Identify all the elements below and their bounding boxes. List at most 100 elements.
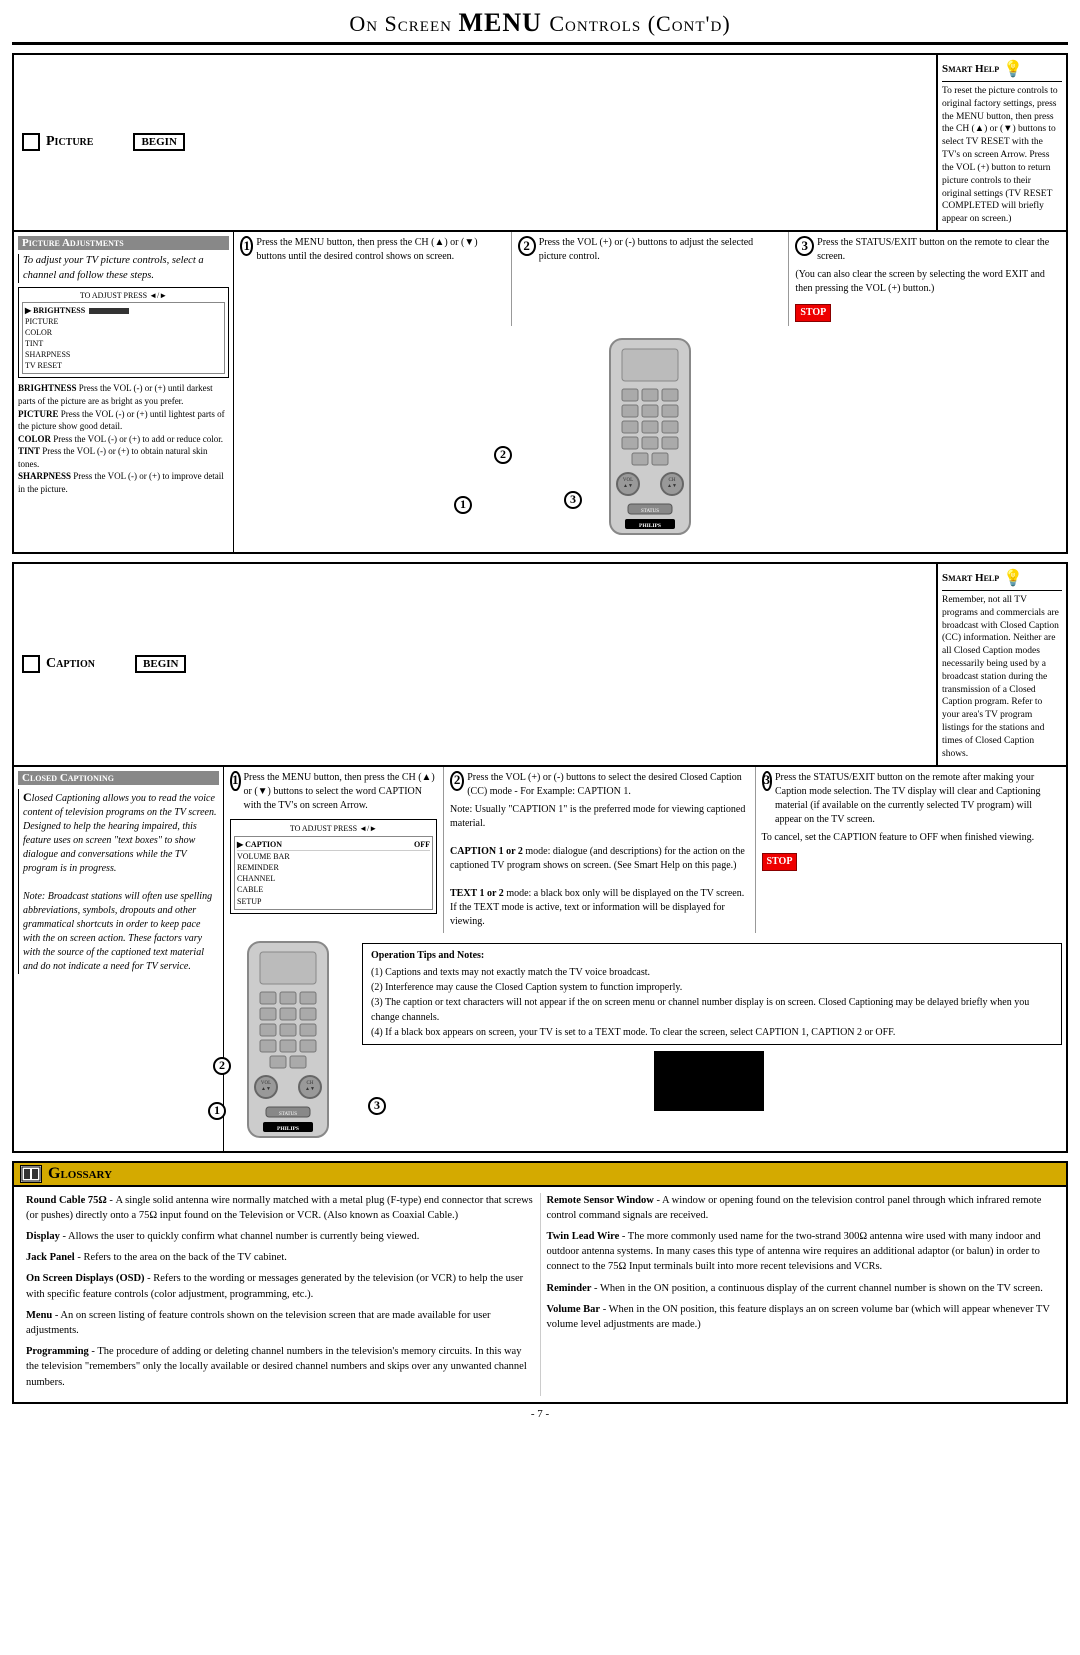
term-jack-panel: Jack Panel (26, 1252, 75, 1263)
glossary-title: Glossary (48, 1165, 112, 1183)
step2-circle: 2 (518, 236, 536, 256)
menu-picture: PICTURE (25, 316, 222, 327)
caption-off-value: OFF (414, 839, 430, 850)
glossary-programming: Programming - The procedure of adding or… (26, 1344, 534, 1390)
picture-section-title: Picture (46, 134, 93, 150)
term-picture: PICTURE (18, 409, 59, 419)
title-contd: (Cont'd) (648, 11, 731, 36)
svg-text:CH: CH (307, 1081, 314, 1086)
page-number: - 7 - (12, 1408, 1068, 1420)
menu-tint: TINT (25, 338, 222, 349)
glossary-jack-panel: Jack Panel - Refers to the area on the b… (26, 1250, 534, 1265)
caption-section: Caption BEGIN Smart Help 💡 Remember, not… (12, 562, 1068, 1153)
caption-smart-help-text: Remember, not all TV programs and commer… (942, 594, 1062, 761)
tip-2: (2) Interference may cause the Closed Ca… (371, 980, 1053, 995)
caption-screen-label: TO ADJUST PRESS ◄/► (234, 823, 433, 834)
glossary-body: Round Cable 75Ω - A single solid antenna… (14, 1187, 1066, 1402)
tip-1: (1) Captions and texts may not exactly m… (371, 965, 1053, 980)
caption-steps-area: 1 Press the MENU button, then press the … (224, 767, 1066, 1151)
tips-title: Operation Tips and Notes: (371, 948, 1053, 963)
caption-step3: 3 Press the STATUS/EXIT button on the re… (756, 767, 1067, 933)
caption-remote-svg: VOL ▲▼ CH ▲▼ STATUS PHILIPS (238, 937, 338, 1147)
picture-adjustments-title: Picture Adjustments (18, 236, 229, 250)
term-color: COLOR (18, 434, 51, 444)
menu-brightness: ▶ BRIGHTNESS (25, 305, 222, 316)
glossary-remote-sensor: Remote Sensor Window - A window or openi… (547, 1193, 1055, 1223)
caption-sub-title: Closed Captioning (18, 771, 219, 785)
picture-section-body: Picture Adjustments To adjust your TV pi… (14, 232, 1066, 552)
svg-text:▲▼: ▲▼ (667, 484, 677, 489)
svg-text:▲▼: ▲▼ (305, 1087, 315, 1092)
caption-intro-text: Closed Captioning allows you to read the… (18, 789, 219, 974)
menu-item-reminder: REMINDER (237, 862, 430, 873)
picture-smart-help-text: To reset the picture controls to origina… (942, 85, 1062, 226)
lightbulb-icon-caption: 💡 (1003, 568, 1023, 588)
menu-color: COLOR (25, 327, 222, 338)
caption-step1-text: Press the MENU button, then press the CH… (244, 771, 438, 813)
svg-text:STATUS: STATUS (279, 1112, 297, 1117)
term-display: Display (26, 1231, 60, 1242)
svg-text:VOL: VOL (623, 478, 633, 483)
caption-remote-area: VOL ▲▼ CH ▲▼ STATUS PHILIPS 2 (224, 933, 1066, 1151)
picture-begin-badge: BEGIN (133, 133, 184, 151)
term-osd: On Screen Displays (OSD) (26, 1273, 145, 1284)
menu-item-channel: CHANNEL (237, 873, 430, 884)
caption-begin-badge: BEGIN (135, 655, 186, 673)
glossary-header: Glossary (14, 1163, 1066, 1187)
caption-step2: 2 Press the VOL (+) or (-) buttons to se… (444, 767, 756, 933)
svg-text:▲▼: ▲▼ (623, 484, 633, 489)
title-on-screen: On Screen (349, 11, 458, 36)
caption-screen-mockup: TO ADJUST PRESS ◄/► ▶ CAPTION OFF VOLUME… (230, 819, 437, 914)
term-sharpness: SHARPNESS (18, 471, 71, 481)
picture-adjustments: BRIGHTNESS Press the VOL (-) or (+) unti… (18, 382, 229, 495)
tip-3: (3) The caption or text characters will … (371, 995, 1053, 1025)
svg-text:PHILIPS: PHILIPS (639, 523, 661, 529)
svg-text:VOL: VOL (261, 1081, 271, 1086)
caption-remote: VOL ▲▼ CH ▲▼ STATUS PHILIPS 2 (228, 937, 348, 1147)
caption-step3-detail: To cancel, set the CAPTION feature to OF… (762, 831, 1061, 845)
picture-smart-help-title: Smart Help (942, 63, 999, 75)
svg-text:CH: CH (669, 478, 676, 483)
glossary-left-col: Round Cable 75Ω - A single solid antenna… (20, 1193, 541, 1396)
picture-smart-help: Smart Help 💡 To reset the picture contro… (936, 55, 1066, 230)
term-remote-sensor: Remote Sensor Window (547, 1195, 654, 1206)
title-menu: MENU (458, 8, 549, 37)
caption-section-body: Closed Captioning Closed Captioning allo… (14, 767, 1066, 1151)
term-tint: TINT (18, 446, 40, 456)
caption-section-title: Caption (46, 656, 95, 672)
glossary-right-col: Remote Sensor Window - A window or openi… (541, 1193, 1061, 1396)
caption-step2-header: Press the VOL (+) or (-) buttons to sele… (467, 771, 748, 799)
term-programming: Programming (26, 1346, 89, 1357)
menu-sharpness: SHARPNESS (25, 349, 222, 360)
caption-step3-circle: 3 (762, 771, 773, 791)
picture-remote-svg: VOL ▲▼ CH ▲▼ STATUS PHILIPS (600, 334, 700, 544)
caption-smart-help-title: Smart Help (942, 572, 999, 584)
picture-section: Picture BEGIN Smart Help 💡 To reset the … (12, 53, 1068, 554)
picture-step1: 1 Press the MENU button, then press the … (234, 232, 512, 326)
step3-circle: 3 (795, 236, 814, 256)
caption-left-panel: Closed Captioning Closed Captioning allo… (14, 767, 224, 1151)
caption-menu-active: ▶ CAPTION (237, 839, 282, 850)
tip-4: (4) If a black box appears on screen, yo… (371, 1025, 1053, 1040)
term-menu: Menu (26, 1310, 52, 1321)
glossary-icon (20, 1165, 42, 1183)
picture-step3: 3 Press the STATUS/EXIT button on the re… (789, 232, 1066, 326)
picture-steps-area: 1 Press the MENU button, then press the … (234, 232, 1066, 552)
glossary-osd: On Screen Displays (OSD) - Refers to the… (26, 1271, 534, 1301)
caption-step3-header: Press the STATUS/EXIT button on the remo… (775, 771, 1060, 827)
caption-smart-help: Smart Help 💡 Remember, not all TV progra… (936, 564, 1066, 765)
menu-item-cable: CABLE (237, 884, 430, 895)
screen-adjust-label: TO ADJUST PRESS ◄/► (22, 291, 225, 300)
title-controls: Controls (549, 11, 647, 36)
picture-step2: 2 Press the VOL (+) or (-) buttons to ad… (512, 232, 790, 326)
term-round-cable: Round Cable 75Ω (26, 1195, 107, 1206)
step1-circle: 1 (240, 236, 253, 256)
svg-text:PHILIPS: PHILIPS (277, 1126, 299, 1132)
picture-intro-text: To adjust your TV picture controls, sele… (18, 254, 229, 283)
caption-right-info: Operation Tips and Notes: (1) Captions a… (356, 937, 1062, 1147)
caption-step1: 1 Press the MENU button, then press the … (224, 767, 444, 933)
picture-step3-header: 3 Press the STATUS/EXIT button on the re… (795, 236, 1060, 264)
text-mode-black-box (654, 1051, 764, 1111)
main-title: On Screen MENU Controls (Cont'd) (12, 8, 1068, 45)
svg-text:▲▼: ▲▼ (261, 1087, 271, 1092)
